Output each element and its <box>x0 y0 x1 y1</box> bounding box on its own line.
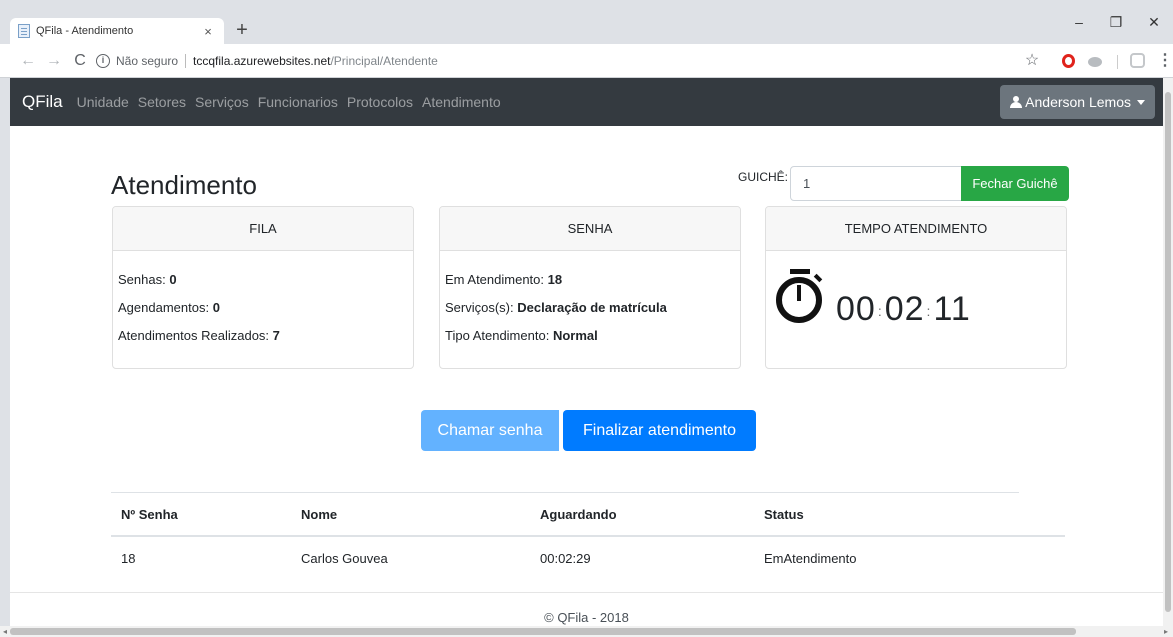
browser-tab[interactable]: QFila - Atendimento × <box>10 18 224 44</box>
atendimentos-realizados-count: Atendimentos Realizados: 7 <box>118 328 280 343</box>
nav-link-atendimento[interactable]: Atendimento <box>422 94 501 110</box>
timer-minutes: 02 <box>884 290 925 328</box>
security-status: Não seguro <box>116 54 179 68</box>
page-viewport: QFila Unidade Setores Serviços Funcionar… <box>10 78 1163 626</box>
reload-icon[interactable]: C <box>70 51 90 71</box>
page-title: Atendimento <box>111 170 257 200</box>
page-favicon-icon <box>18 24 30 38</box>
extension-icon[interactable] <box>1130 53 1145 68</box>
chamar-senha-button[interactable]: Chamar senha <box>421 410 559 451</box>
guiche-label: GUICHÊ: <box>738 170 789 184</box>
guiche-input[interactable] <box>790 166 962 201</box>
senha-card: SENHA Em Atendimento: 18 Serviços(s): De… <box>439 206 741 369</box>
user-icon <box>1010 96 1023 108</box>
tab-title: QFila - Atendimento <box>36 25 134 37</box>
cell-aguardando: 00:02:29 <box>540 551 591 566</box>
cell-nome: Carlos Gouvea <box>301 551 388 566</box>
browser-tabstrip: QFila - Atendimento × + – ❐ ✕ <box>0 0 1173 44</box>
cell-status: EmAtendimento <box>764 551 857 566</box>
omnibox-separator <box>185 54 187 68</box>
vertical-scrollbar-thumb[interactable] <box>1165 92 1171 612</box>
col-header-aguardando: Aguardando <box>540 506 617 522</box>
top-navbar: QFila Unidade Setores Serviços Funcionar… <box>10 78 1163 126</box>
navbar-brand[interactable]: QFila <box>22 92 63 112</box>
scroll-left-arrow-icon[interactable]: ◂ <box>0 626 10 637</box>
senha-card-header: SENHA <box>440 207 740 251</box>
toolbar-separator <box>1117 55 1118 69</box>
nav-link-protocolos[interactable]: Protocolos <box>347 94 413 110</box>
fechar-guiche-button[interactable]: Fechar Guichê <box>961 166 1069 201</box>
col-header-senha: Nº Senha <box>121 506 178 522</box>
senhas-count: Senhas: 0 <box>118 272 177 287</box>
col-header-nome: Nome <box>301 506 338 522</box>
caret-down-icon <box>1137 99 1145 105</box>
nav-link-funcionarios[interactable]: Funcionarios <box>258 94 338 110</box>
address-bar[interactable]: i Não seguro tccqfila.azurewebsites.net … <box>96 49 1046 73</box>
timer-seconds: 11 <box>933 290 971 328</box>
cloud-extension-icon[interactable] <box>1088 57 1102 67</box>
cell-senha: 18 <box>121 551 136 566</box>
tipo-atendimento-value: Tipo Atendimento: Normal <box>445 328 598 343</box>
window-restore-icon[interactable]: ❐ <box>1101 14 1131 31</box>
url-host: tccqfila.azurewebsites.net <box>193 54 331 68</box>
em-atendimento-value: Em Atendimento: 18 <box>445 272 563 287</box>
back-arrow-icon[interactable]: ← <box>18 51 38 71</box>
bookmark-star-icon[interactable]: ☆ <box>1024 53 1040 69</box>
new-tab-icon[interactable]: + <box>232 20 252 40</box>
browser-menu-icon[interactable]: ⋮ <box>1157 53 1173 69</box>
forward-arrow-icon[interactable]: → <box>44 51 64 71</box>
nav-link-unidade[interactable]: Unidade <box>77 94 129 110</box>
window-close-icon[interactable]: ✕ <box>1139 14 1169 31</box>
servicos-value: Serviços(s): Declaração de matrícula <box>445 300 667 315</box>
col-header-status: Status <box>764 506 804 522</box>
table-header-row: Nº Senha Nome Aguardando Status <box>111 493 1065 537</box>
page-footer: © QFila - 2018 <box>10 592 1163 626</box>
timer-hours: 00 <box>836 290 876 328</box>
user-name: Anderson Lemos <box>1025 94 1131 110</box>
finalizar-atendimento-button[interactable]: Finalizar atendimento <box>563 410 756 451</box>
table-row: 18 Carlos Gouvea 00:02:29 EmAtendimento <box>111 537 1065 580</box>
tempo-card-header: TEMPO ATENDIMENTO <box>766 207 1066 251</box>
queue-table: Nº Senha Nome Aguardando Status 18 Carlo… <box>111 493 1065 580</box>
tempo-card: TEMPO ATENDIMENTO 00:02:11 <box>765 206 1067 369</box>
opera-extension-icon[interactable] <box>1062 54 1075 68</box>
window-minimize-icon[interactable]: – <box>1064 14 1094 30</box>
tab-close-icon[interactable]: × <box>200 24 216 39</box>
horizontal-scrollbar-thumb[interactable] <box>10 628 1076 635</box>
timer-display: 00:02:11 <box>836 290 971 328</box>
url-path: /Principal/Atendente <box>330 54 438 68</box>
scroll-right-arrow-icon[interactable]: ▸ <box>1161 626 1171 637</box>
browser-toolbar: ← → C i Não seguro tccqfila.azurewebsite… <box>0 44 1173 78</box>
timer: 00:02:11 <box>776 269 971 328</box>
info-icon[interactable]: i <box>96 54 110 68</box>
nav-link-servicos[interactable]: Serviços <box>195 94 249 110</box>
fila-card: FILA Senhas: 0 Agendamentos: 0 Atendimen… <box>112 206 414 369</box>
user-menu-button[interactable]: Anderson Lemos <box>1000 85 1155 119</box>
nav-link-setores[interactable]: Setores <box>138 94 186 110</box>
agendamentos-count: Agendamentos: 0 <box>118 300 220 315</box>
fila-card-header: FILA <box>113 207 413 251</box>
stopwatch-icon <box>776 269 826 325</box>
